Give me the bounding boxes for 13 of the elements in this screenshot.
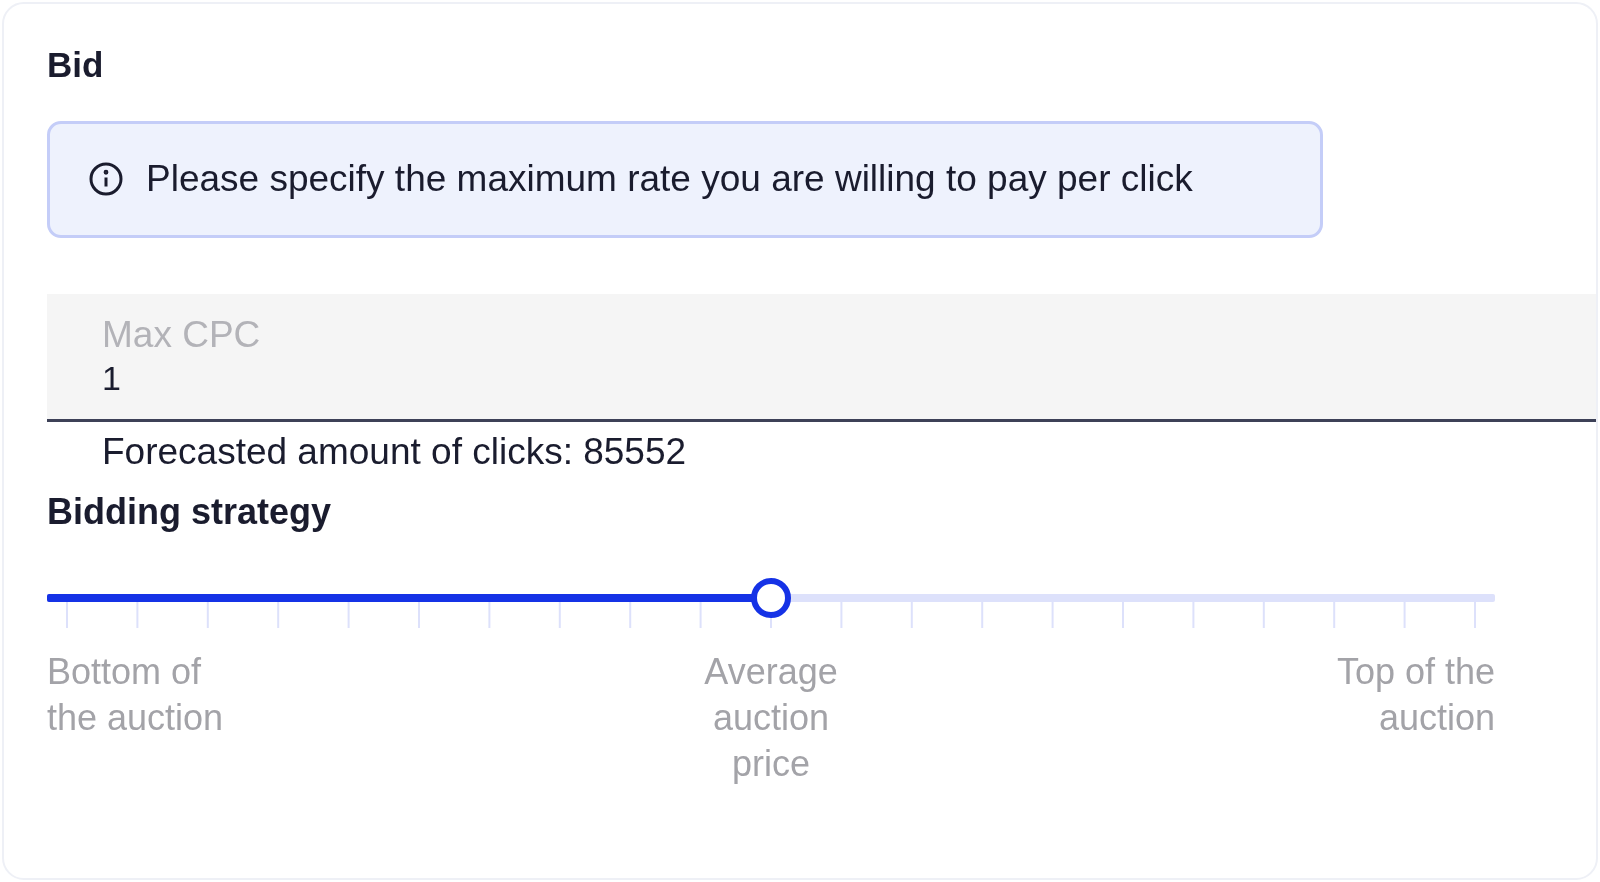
field-value: 1 xyxy=(102,357,122,399)
slider-label: Average auction price xyxy=(703,649,839,786)
strategy-title: Bidding strategy xyxy=(47,489,333,533)
info-text: Please specify the maximum rate you are willing to pay per click xyxy=(146,158,1193,200)
helper-text: Forecasted amount of clicks: 85552 xyxy=(102,429,688,474)
slider-label: Bottom of the auction xyxy=(47,649,225,740)
slider-label: Top of the auction xyxy=(1335,649,1495,740)
slider-handle[interactable] xyxy=(751,577,791,618)
slider-track[interactable] xyxy=(47,593,1495,602)
section-title: Bid xyxy=(47,46,105,85)
max-cpc-field[interactable]: Max CPC 1 xyxy=(47,293,1596,422)
field-label: Max CPC xyxy=(102,312,262,357)
info-icon xyxy=(88,161,124,197)
